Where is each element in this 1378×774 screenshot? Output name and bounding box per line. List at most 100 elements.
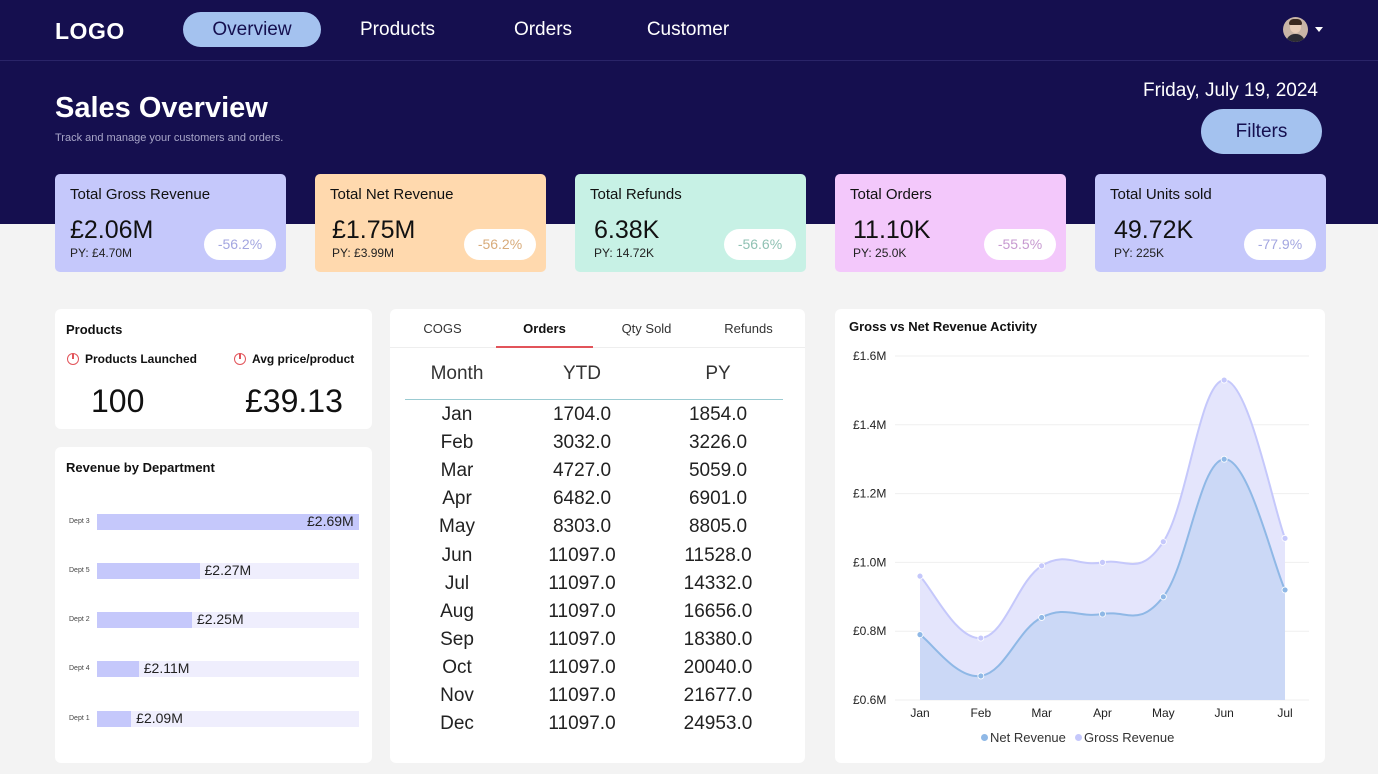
data-point[interactable] xyxy=(1099,558,1106,566)
data-point[interactable] xyxy=(1220,376,1228,384)
revenue-activity-chart-card: Gross vs Net Revenue Activity £0.6M £0.8M… xyxy=(835,309,1325,763)
table-cell-py: 20040.0 xyxy=(683,656,753,678)
legend-item-net-revenue[interactable]: Net Revenue xyxy=(981,730,1066,745)
y-tick-label: £1.0M xyxy=(853,555,886,569)
column-header-py: PY xyxy=(705,363,731,384)
table-cell-py: 8805.0 xyxy=(688,516,748,538)
kpi-previous-year: PY: £3.99M xyxy=(332,246,395,260)
data-point[interactable] xyxy=(1038,614,1046,621)
kpi-previous-year: PY: 25.0K xyxy=(853,246,907,260)
data-point[interactable] xyxy=(1220,455,1228,463)
department-bar[interactable] xyxy=(97,612,192,628)
kpi-value: 49.72K xyxy=(1114,216,1194,244)
kpi-label: Total Orders xyxy=(850,186,932,203)
nav-tab-orders[interactable]: Orders xyxy=(490,12,596,47)
kpi-value: £1.75M xyxy=(332,216,416,244)
kpi-label: Total Net Revenue xyxy=(330,186,454,203)
kpi-change-badge: -55.5% xyxy=(984,229,1056,260)
x-tick-label: Feb xyxy=(970,706,991,720)
table-cell-ytd: 1704.0 xyxy=(552,404,612,425)
kpi-card-orders: Total Orders 11.10K PY: 25.0K -55.5% xyxy=(835,174,1066,272)
data-point[interactable] xyxy=(916,631,924,639)
table-cell-py: 18380.0 xyxy=(683,628,753,650)
revenue-by-department-card: Revenue by Department Dept 3 £2.69M Dept 5… xyxy=(55,447,372,763)
data-point[interactable] xyxy=(916,572,924,580)
table-cell-month: Dec xyxy=(440,713,474,735)
column-header-month: Month xyxy=(430,363,484,384)
department-value-label: £2.11M xyxy=(143,660,190,676)
department-bar[interactable] xyxy=(97,661,139,677)
kpi-label: Total Units sold xyxy=(1110,186,1212,203)
chevron-down-icon[interactable] xyxy=(1315,27,1323,32)
department-bar[interactable] xyxy=(97,711,132,727)
tab-refunds[interactable]: Refunds xyxy=(712,321,785,336)
kpi-previous-year: PY: 225K xyxy=(1114,246,1165,260)
department-label: Dept 2 xyxy=(69,616,90,623)
table-cell-ytd: 11097.0 xyxy=(548,713,616,735)
y-tick-label: £1.4M xyxy=(853,418,886,432)
table-cell-py: 16656.0 xyxy=(683,600,753,622)
table-cell-py: 11528.0 xyxy=(684,544,752,566)
nav-tab-products[interactable]: Products xyxy=(340,12,455,47)
table-cell-ytd: 11097.0 xyxy=(548,685,616,706)
legend-item-gross-revenue[interactable]: Gross Revenue xyxy=(1075,730,1174,745)
tab-orders[interactable]: Orders xyxy=(496,321,593,336)
kpi-label: Total Refunds xyxy=(590,186,682,203)
table-cell-month: Apr xyxy=(442,488,472,510)
x-tick-label: Jun xyxy=(1214,706,1233,720)
department-value-label: £2.27M xyxy=(204,562,252,578)
legend-dot xyxy=(981,734,988,741)
table-cell-month: Jan xyxy=(441,404,473,425)
products-card-title: Products xyxy=(66,322,123,337)
products-launched-label: Products Launched xyxy=(85,352,198,366)
data-point[interactable] xyxy=(1099,610,1106,618)
table-cell-py: 1854.0 xyxy=(688,404,748,425)
table-cell-month: Oct xyxy=(442,656,472,678)
table-cell-ytd: 3032.0 xyxy=(552,432,612,454)
data-point[interactable] xyxy=(977,672,985,680)
table-cell-month: May xyxy=(439,516,475,538)
department-bar-track xyxy=(97,661,359,677)
logo[interactable]: LOGO xyxy=(55,18,125,45)
kpi-value: 11.10K xyxy=(853,216,931,244)
x-tick-label: May xyxy=(1152,706,1175,720)
table-cell-month: Nov xyxy=(440,685,474,706)
nav-tab-overview[interactable]: Overview xyxy=(183,12,321,47)
data-point[interactable] xyxy=(1281,534,1289,542)
table-cell-month: Sep xyxy=(440,628,474,650)
table-cell-ytd: 11097.0 xyxy=(548,544,616,566)
data-point[interactable] xyxy=(1159,538,1167,546)
filters-button[interactable]: Filters xyxy=(1201,109,1322,154)
table-cell-ytd: 11097.0 xyxy=(548,656,616,678)
table-cell-ytd: 11097.0 xyxy=(548,600,616,622)
legend-label: Gross Revenue xyxy=(1084,730,1175,745)
data-point[interactable] xyxy=(1038,562,1046,570)
current-date: Friday, July 19, 2024 xyxy=(1143,80,1318,101)
data-point[interactable] xyxy=(1159,593,1167,601)
kpi-previous-year: PY: £4.70M xyxy=(70,246,133,260)
table-cell-ytd: 6482.0 xyxy=(552,488,612,510)
table-cell-py: 21677.0 xyxy=(683,685,753,706)
department-bar[interactable] xyxy=(97,563,200,579)
tab-bar-divider xyxy=(390,347,805,348)
data-point[interactable] xyxy=(977,634,985,642)
tab-cogs[interactable]: COGS xyxy=(410,321,475,336)
kpi-value: £2.06M xyxy=(70,216,154,244)
nav-tab-customer[interactable]: Customer xyxy=(630,12,746,47)
kpi-label: Total Gross Revenue xyxy=(70,186,211,203)
products-launched-value: 100 xyxy=(91,383,145,419)
data-point[interactable] xyxy=(1281,586,1289,594)
products-card: Products Products Launched Avg price/pro… xyxy=(55,309,372,429)
y-tick-label: £0.8M xyxy=(853,624,886,638)
user-avatar[interactable] xyxy=(1283,17,1308,42)
table-cell-month: Feb xyxy=(440,432,474,454)
kpi-card-net-revenue: Total Net Revenue £1.75M PY: £3.99M -56.… xyxy=(315,174,546,272)
y-tick-label: £0.6M xyxy=(853,693,886,707)
table-cell-month: Jul xyxy=(444,572,470,594)
tab-qty-sold[interactable]: Qty Sold xyxy=(610,321,683,336)
page-title: Sales Overview xyxy=(55,92,268,124)
table-cell-month: Jun xyxy=(441,544,473,566)
department-label: Dept 4 xyxy=(69,665,90,672)
y-tick-label: £1.2M xyxy=(853,487,886,501)
x-tick-label: Apr xyxy=(1093,706,1112,720)
